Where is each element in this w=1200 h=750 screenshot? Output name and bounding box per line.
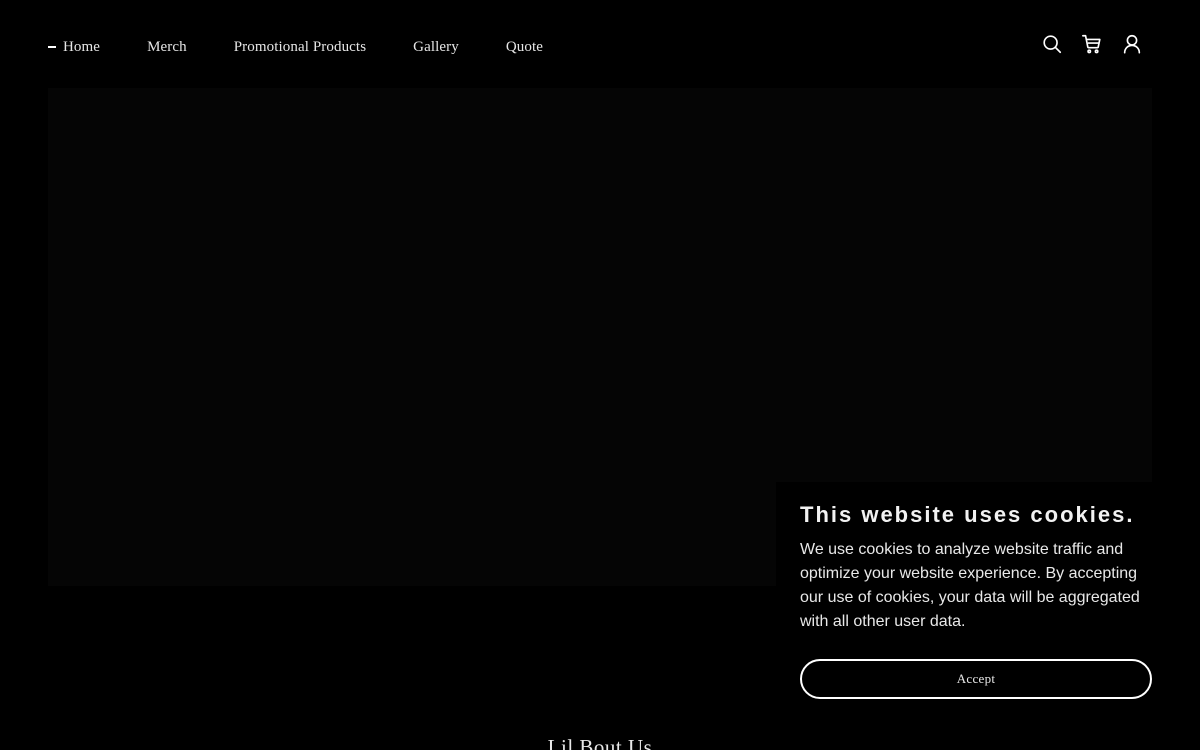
nav-item-gallery[interactable]: Gallery (413, 39, 459, 56)
active-indicator (48, 46, 56, 48)
account-button[interactable] (1120, 32, 1144, 56)
nav-item-label: Gallery (413, 38, 459, 55)
nav-item-label: Home (63, 38, 101, 55)
nav-item-promotional-products[interactable]: Promotional Products (234, 39, 366, 56)
cart-icon (1082, 34, 1101, 54)
about-section-title: Lil Bout Us (547, 735, 653, 750)
nav-item-merch[interactable]: Merch (147, 39, 187, 56)
header-icons (1040, 32, 1160, 56)
nav-item-quote[interactable]: Quote (506, 39, 543, 56)
nav-item-home[interactable]: Home (48, 39, 100, 56)
site-header: Home Merch Promotional Products Gallery … (0, 0, 1200, 88)
accept-button[interactable]: Accept (800, 659, 1152, 699)
main-nav: Home Merch Promotional Products Gallery … (48, 36, 590, 58)
cart-button[interactable] (1080, 32, 1104, 56)
search-icon (1043, 35, 1062, 54)
cookie-text: We use cookies to analyze website traffi… (800, 541, 1140, 630)
cookie-banner: This website uses cookies. We use cookie… (776, 482, 1176, 722)
search-button[interactable] (1040, 32, 1064, 56)
nav-item-label: Merch (147, 38, 187, 55)
account-icon (1123, 34, 1141, 54)
cookie-title: This website uses cookies. (800, 502, 1135, 527)
nav-item-label: Quote (505, 38, 543, 55)
nav-item-label: Promotional Products (233, 38, 367, 55)
